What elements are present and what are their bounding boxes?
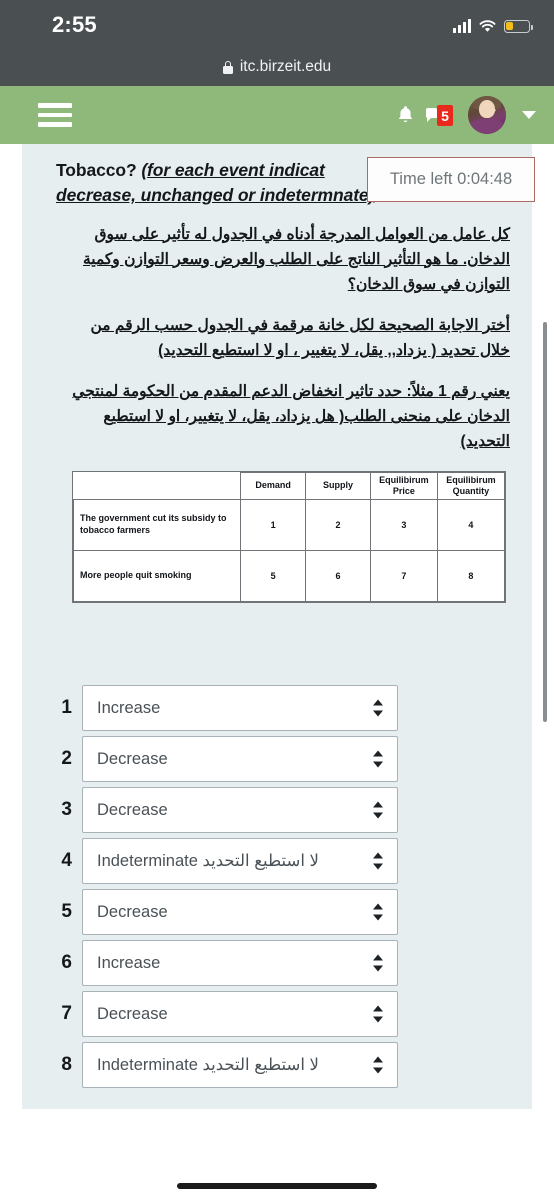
answer-row-6: 6 Increase	[38, 938, 516, 989]
browser-url-bar[interactable]: itc.birzeit.edu	[0, 48, 554, 86]
answer-number-1: 1	[61, 697, 72, 719]
navbar-actions: 5	[397, 95, 536, 135]
messages-badge: 5	[437, 105, 453, 126]
chevron-down-icon[interactable]	[522, 111, 536, 119]
browser-chrome: 2:55 itc.birzeit.edu	[0, 0, 554, 86]
answer-select-8[interactable]: Indeterminate لا استطيع التحديد	[82, 1042, 398, 1089]
answer-select-1[interactable]: Increase	[82, 685, 398, 732]
answer-select-4-value: Indeterminate لا استطيع التحديد	[97, 852, 319, 871]
ios-status-bar: 2:55	[0, 0, 554, 48]
quiz-content-panel: Tobacco? (for each event indicat decreas…	[22, 144, 532, 1109]
stepper-arrows-icon	[373, 954, 384, 973]
table-header-equilibrium-price: Equilibirum Price	[369, 471, 438, 500]
bell-icon[interactable]	[397, 105, 414, 125]
message-bubble-glyph	[426, 108, 437, 122]
lock-icon	[222, 60, 233, 74]
answer-list: 1 Increase 2 Decrease 3 Decrease 4 Indet…	[38, 683, 516, 1109]
question-title-italic: (for each event indicat	[141, 160, 325, 180]
question-arabic-paragraph-3: يعني رقم 1 مثلاً: حدد تاثير انخفاض الدعم…	[72, 383, 510, 451]
table-row: More people quit smoking 5 6 7 8	[73, 549, 506, 602]
answer-select-6-value: Increase	[97, 953, 161, 972]
table-cell: 3	[369, 498, 438, 551]
question-title-line2: decrease, unchanged or indetermnate)	[56, 184, 375, 205]
answer-select-1-value: Increase	[97, 698, 161, 717]
answer-select-2[interactable]: Decrease	[82, 736, 398, 783]
stepper-arrows-icon	[373, 903, 384, 922]
answer-row-7: 7 Decrease	[38, 989, 516, 1040]
question-arabic-paragraph-2: أختر الاجابة الصحيحة لكل خانة مرقمة في ا…	[90, 317, 511, 360]
question-arabic-paragraph-1: كل عامل من العوامل المدرجة أدناه في الجد…	[82, 225, 510, 293]
answer-number-3: 3	[61, 799, 72, 821]
question-title-plain: Tobacco?	[56, 160, 142, 180]
table-row: The government cut its subsidy to tobacc…	[73, 498, 506, 551]
answer-number-8: 8	[61, 1054, 72, 1076]
table-cell: 4	[436, 498, 506, 551]
table-header-demand: Demand	[239, 471, 307, 500]
app-navbar: 5	[0, 86, 554, 144]
answer-number-2: 2	[61, 748, 72, 770]
answer-select-4[interactable]: Indeterminate لا استطيع التحديد	[82, 838, 398, 885]
avatar[interactable]	[468, 96, 506, 134]
hamburger-menu-icon[interactable]	[38, 103, 72, 127]
answer-select-3-value: Decrease	[97, 800, 168, 819]
answer-row-2: 2 Decrease	[38, 734, 516, 785]
stepper-arrows-icon	[373, 1005, 384, 1024]
messages-icon[interactable]: 5	[426, 105, 456, 126]
table-header-equilibrium-quantity: Equilibirum Quantity	[436, 471, 506, 500]
page-scrollbar[interactable]	[543, 322, 547, 722]
cellular-signal-icon	[453, 19, 471, 33]
table-cell: 6	[305, 549, 371, 602]
answer-row-5: 5 Decrease	[38, 887, 516, 938]
table-header-row: Demand Supply Equilibirum Price Equilibi…	[73, 471, 506, 500]
answer-select-7[interactable]: Decrease	[82, 991, 398, 1038]
economics-table: Demand Supply Equilibirum Price Equilibi…	[72, 470, 506, 603]
stepper-arrows-icon	[373, 699, 384, 718]
status-bar-indicators	[453, 16, 533, 36]
wifi-icon	[479, 19, 496, 33]
table-row-label: More people quit smoking	[73, 549, 241, 602]
status-bar-clock: 2:55	[52, 12, 97, 37]
answer-number-5: 5	[61, 901, 72, 923]
answer-row-3: 3 Decrease	[38, 785, 516, 836]
answer-select-5[interactable]: Decrease	[82, 889, 398, 936]
quiz-page: Tobacco? (for each event indicat decreas…	[0, 144, 554, 1200]
stepper-arrows-icon	[373, 801, 384, 820]
answer-row-8: 8 Indeterminate لا استطيع التحديد	[38, 1040, 516, 1091]
answer-number-6: 6	[61, 952, 72, 974]
answer-number-4: 4	[61, 850, 72, 872]
table-row-label: The government cut its subsidy to tobacc…	[73, 498, 241, 551]
answer-select-8-value: Indeterminate لا استطيع التحديد	[97, 1056, 319, 1075]
table-cell: 8	[436, 549, 506, 602]
url-text: itc.birzeit.edu	[239, 58, 332, 75]
stepper-arrows-icon	[373, 1056, 384, 1075]
quiz-timer: Time left 0:04:48	[367, 157, 535, 202]
home-indicator	[177, 1183, 377, 1189]
answer-select-2-value: Decrease	[97, 749, 168, 768]
battery-low-power-icon	[504, 19, 533, 33]
table-cell: 5	[239, 549, 307, 602]
answer-row-1: 1 Increase	[38, 683, 516, 734]
table-header-blank	[73, 472, 241, 500]
answer-number-7: 7	[61, 1003, 72, 1025]
answer-select-7-value: Decrease	[97, 1004, 168, 1023]
stepper-arrows-icon	[373, 852, 384, 871]
table-cell: 1	[239, 498, 307, 551]
table-cell: 7	[369, 549, 438, 602]
answer-row-4: 4 Indeterminate لا استطيع التحديد	[38, 836, 516, 887]
answer-select-6[interactable]: Increase	[82, 940, 398, 987]
table-header-supply: Supply	[305, 471, 371, 500]
answer-select-3[interactable]: Decrease	[82, 787, 398, 834]
answer-select-5-value: Decrease	[97, 902, 168, 921]
stepper-arrows-icon	[373, 750, 384, 769]
table-cell: 2	[305, 498, 371, 551]
